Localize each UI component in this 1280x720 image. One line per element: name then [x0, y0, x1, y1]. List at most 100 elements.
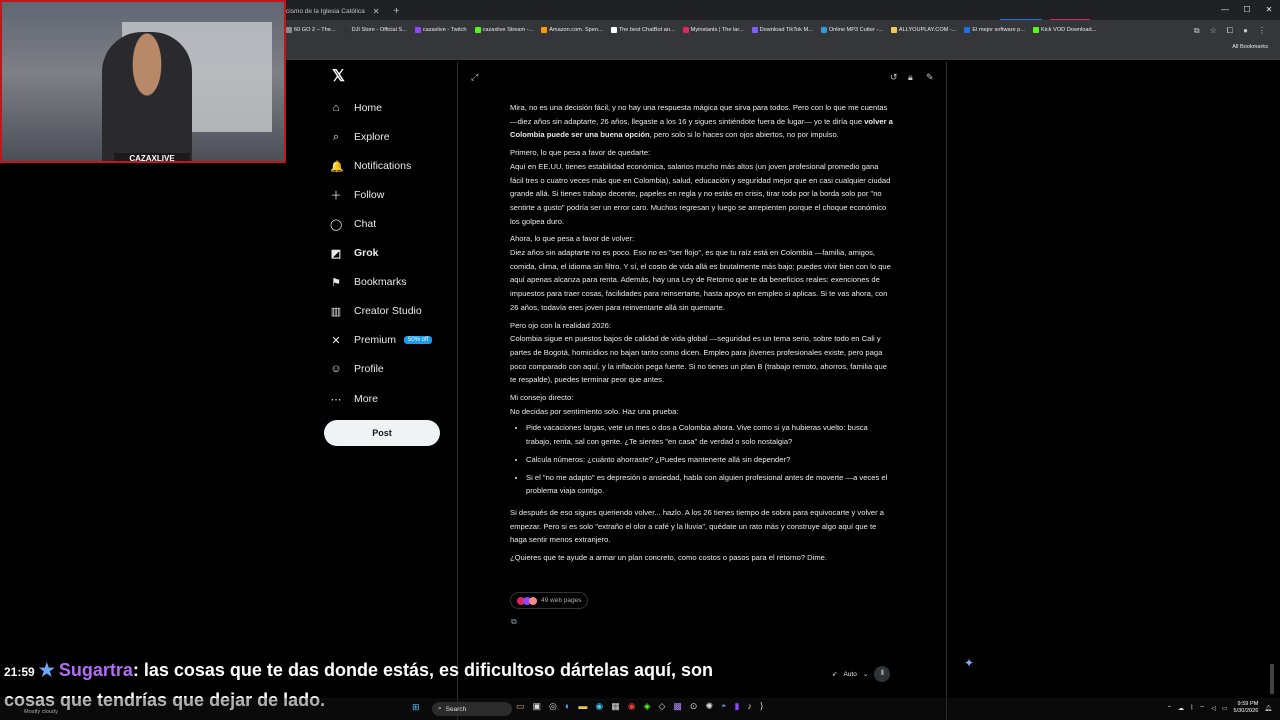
sources-count: 49 web pages — [541, 597, 582, 604]
install-icon[interactable]: ⧉ — [1194, 26, 1200, 36]
nav-item-notifications[interactable]: 🔔 Notifications — [330, 156, 411, 176]
clock-date: 5/30/2026 — [1233, 708, 1259, 714]
taskbar-app-icon[interactable]: ▬ — [578, 701, 587, 712]
minimize-icon[interactable]: — — [1214, 0, 1236, 20]
taskbar-app-icon[interactable]: ▭ — [516, 701, 525, 712]
bookmark-favicon-icon — [682, 27, 689, 33]
taskbar-app-icon[interactable]: ♪ — [747, 701, 752, 712]
chevron-down-icon[interactable]: ⌄ — [863, 670, 868, 678]
bookmark-item[interactable]: Amazon.com. Spen... — [541, 24, 603, 36]
nav-item-creator-studio[interactable]: ▥ Creator Studio — [330, 301, 422, 321]
webcam-overlay: CAZAXLIVE — [0, 0, 286, 163]
x-sidebar: 𝕏 ⌂ Home ⌕ Explore 🔔 Notifications ＋ Follow ◯ Cha… — [324, 62, 454, 462]
chat-message: 21:59 ★ Sugartra: las cosas que te das don… — [4, 660, 713, 681]
notification-bell-icon[interactable]: 🔔︎ — [1264, 705, 1272, 712]
battery-icon[interactable]: ▭ — [1222, 705, 1228, 712]
taskbar-app-icon[interactable]: ◉ — [595, 701, 603, 712]
taskbar-app-icon[interactable]: ▦ — [611, 701, 620, 712]
close-window-icon[interactable]: ✕ — [1258, 0, 1280, 20]
cloud-icon[interactable]: ☁ — [1178, 705, 1184, 712]
nav-item-profile[interactable]: ☺ Profile — [330, 359, 384, 379]
clock[interactable]: 9:59 PM 5/30/2026 — [1233, 701, 1258, 715]
nav-item-more[interactable]: ⋯ More — [330, 389, 378, 409]
nav-item-chat[interactable]: ◯ Chat — [330, 214, 376, 234]
browser-tab[interactable]: cismo de la Iglesia Católica ✕ + — [286, 2, 399, 20]
bookmark-item[interactable]: 60 GO 2 – The... — [286, 24, 336, 36]
volume-icon[interactable]: ◁ — [1211, 705, 1216, 712]
column-divider-left — [457, 62, 458, 720]
weather-widget[interactable]: Mostly cloudy — [24, 709, 58, 715]
post-button[interactable]: Post — [324, 420, 440, 446]
answer-section-advice: Mi consejo directo: No decidas por sentim… — [510, 393, 679, 416]
new-chat-icon[interactable]: ✎ — [926, 72, 934, 83]
bookmark-favicon-icon — [820, 27, 827, 33]
network-icon[interactable]: ⌔ — [1200, 704, 1206, 712]
windows-start-icon[interactable]: ⊞ — [412, 702, 420, 713]
bookmark-list: 60 GO 2 – The... DJI Store - Official S..… — [286, 24, 1096, 36]
chrome-icon[interactable]: ◉ — [628, 701, 636, 712]
voice-mode-icon[interactable]: ⦀ — [874, 666, 891, 682]
menu-icon[interactable]: ⋮ — [1258, 26, 1266, 36]
bookmark-item[interactable]: The best ChatBot an... — [610, 24, 675, 36]
nav-item-label: Notifications — [354, 160, 412, 172]
search-icon: ⌕ — [438, 705, 442, 712]
search-icon: ⌕ — [332, 130, 340, 143]
history-icon[interactable]: ↺ — [890, 72, 898, 83]
grok-input-controls: ➶ Auto ⌄ ⦀ — [832, 666, 891, 682]
close-tab-icon[interactable]: ✕ — [373, 7, 380, 16]
bookmark-item[interactable]: cazaxlive - Twitch — [414, 24, 467, 36]
nav-item-home[interactable]: ⌂ Home — [330, 98, 382, 118]
rocket-icon: ➶ — [832, 671, 838, 678]
mode-selector[interactable]: Auto — [843, 671, 856, 678]
bookmark-favicon-icon — [541, 27, 548, 33]
bookmark-label: 60 GO 2 – The... — [294, 27, 336, 33]
bookmark-item[interactable]: cazaxlive Stream -... — [474, 24, 533, 36]
bookmark-item[interactable]: Online MP3 Cutter -... — [820, 24, 883, 36]
taskbar-app-icon[interactable]: ◐ — [565, 701, 570, 712]
all-bookmarks[interactable]: All Bookmarks — [1232, 44, 1268, 50]
taskbar-app-icon[interactable]: ◈ — [644, 701, 651, 712]
bookmark-item[interactable]: El mejor software p... — [964, 24, 1025, 36]
taskbar-search[interactable]: ⌕ Search — [432, 702, 512, 716]
bookmark-label: cazaxlive - Twitch — [422, 27, 467, 33]
bookmark-favicon-icon — [343, 27, 350, 33]
bluetooth-icon[interactable]: ᛒ — [1190, 705, 1194, 711]
bookmark-label: The best ChatBot an... — [618, 27, 675, 33]
bookmark-item[interactable]: Kick VOD Download... — [1032, 24, 1096, 36]
maximize-icon[interactable]: ☐ — [1236, 0, 1258, 20]
taskbar-app-icon[interactable]: ✺ — [705, 701, 713, 712]
lock-icon[interactable]: 🔒︎ — [908, 72, 913, 83]
nav-item-label: Grok — [354, 247, 379, 259]
x-logo-icon[interactable]: 𝕏 — [332, 66, 345, 86]
taskbar-app-icon[interactable]: ▩ — [673, 701, 682, 712]
nav-item-premium[interactable]: ✕ Premium 50% off — [330, 330, 433, 350]
copy-icon[interactable]: ⧉ — [511, 617, 517, 627]
taskbar-app-icon[interactable]: ◇ — [658, 701, 665, 712]
extensions-icon[interactable]: ⧠ — [1227, 26, 1233, 36]
expand-icon[interactable]: ⤢ — [471, 72, 478, 83]
chevron-up-icon[interactable]: ⌃ — [1167, 705, 1172, 712]
bookmark-label: El mejor software p... — [972, 27, 1025, 33]
profile-icon[interactable]: ● — [1243, 26, 1248, 36]
nav-item-label: Profile — [354, 363, 384, 375]
star-icon[interactable]: ☆ — [1210, 26, 1217, 36]
new-tab-icon[interactable]: + — [393, 6, 399, 17]
taskbar-app-icon[interactable]: ⟩ — [760, 701, 764, 712]
sources-button[interactable]: 49 web pages — [510, 592, 589, 609]
nav-item-grok[interactable]: ◩ Grok — [330, 243, 379, 263]
bookmark-item[interactable]: ALLYOUPLAY.COM -... — [890, 24, 956, 36]
bookmark-item[interactable]: DJI Store - Official S... — [343, 24, 407, 36]
bookmark-item[interactable]: Myinstants | The lar... — [682, 24, 744, 36]
nav-item-bookmarks[interactable]: ⚑ Bookmarks — [330, 272, 406, 292]
bookmark-favicon-icon — [751, 27, 758, 33]
nav-item-explore[interactable]: ⌕ Explore — [330, 127, 390, 147]
taskbar-app-icon[interactable]: ◓ — [721, 701, 726, 712]
taskbar-app-icon[interactable]: ▣ — [533, 701, 542, 712]
bookmark-item[interactable]: Download TikTok M... — [751, 24, 813, 36]
taskbar-app-icon[interactable]: ◎ — [549, 701, 557, 712]
nav-item-follow[interactable]: ＋ Follow — [330, 185, 385, 205]
taskbar-app-icon[interactable]: ⊙ — [690, 701, 698, 712]
scrollbar[interactable] — [1270, 664, 1274, 694]
taskbar-app-icon[interactable]: ▮ — [734, 701, 739, 712]
taskbar-apps: ▭ ▣ ◎ ◐ ▬ ◉ ▦ ◉ ◈ ◇ ▩ ⊙ ✺ ◓ ▮ ♪ ⟩ — [516, 701, 763, 712]
